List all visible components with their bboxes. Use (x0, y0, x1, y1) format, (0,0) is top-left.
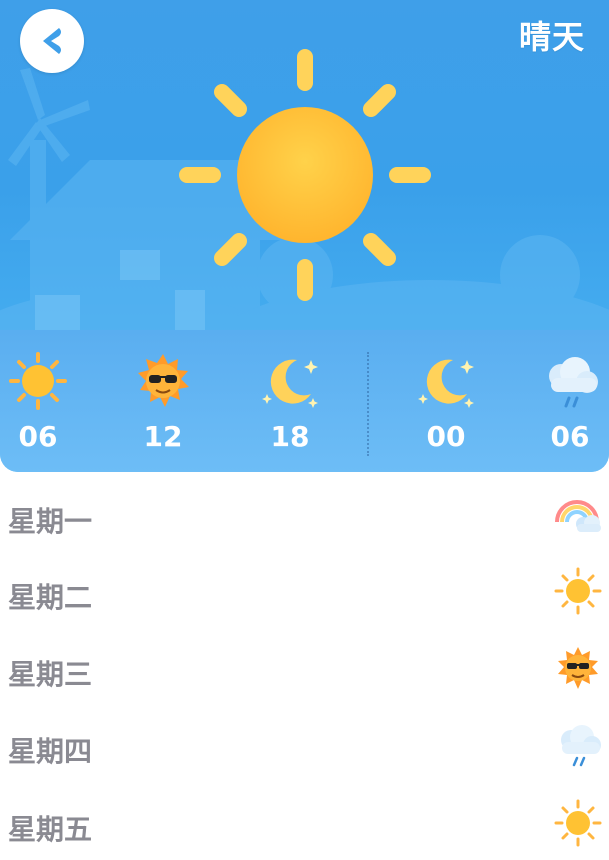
hourly-item: 06 (0, 350, 78, 453)
hourly-item: 12 (123, 350, 203, 453)
day-label: 星期四 (8, 735, 93, 768)
rain-cloud-icon (561, 725, 601, 767)
weather-title: 晴天 (518, 18, 585, 56)
hourly-time: 06 (18, 420, 58, 453)
back-button[interactable] (20, 9, 84, 73)
day-label: 星期五 (8, 813, 93, 846)
rain-cloud-icon (549, 357, 598, 408)
sun-sunglasses-icon (138, 354, 189, 407)
sun-icon (9, 352, 67, 410)
sun-sunglasses-icon (558, 647, 598, 689)
weather-header: 晴天 06 12 18 00 06 (0, 0, 609, 472)
hourly-time: 06 (550, 420, 590, 453)
daily-row[interactable]: 星期五 (0, 798, 609, 858)
sun-icon (554, 567, 602, 615)
hourly-time: 12 (143, 420, 183, 453)
hourly-item: 00 (406, 350, 486, 453)
day-label: 星期二 (8, 581, 93, 614)
daily-row[interactable]: 星期二 (0, 566, 609, 626)
day-label: 星期三 (8, 658, 93, 691)
moon-stars-icon (418, 359, 474, 408)
back-arrow-icon (43, 28, 61, 54)
daily-row[interactable]: 星期四 (0, 720, 609, 780)
sun-icon (179, 49, 431, 301)
hourly-time: 18 (270, 420, 310, 453)
day-divider (367, 352, 369, 456)
hourly-item: 06 (530, 350, 609, 453)
hourly-item: 18 (250, 350, 330, 453)
daily-row[interactable]: 星期三 (0, 643, 609, 703)
daily-row[interactable]: 星期一 (0, 490, 609, 550)
hourly-time: 00 (426, 420, 466, 453)
sun-icon (554, 799, 602, 847)
day-label: 星期一 (8, 505, 93, 538)
rainbow-cloud-icon (555, 500, 601, 532)
moon-stars-icon (262, 359, 318, 408)
